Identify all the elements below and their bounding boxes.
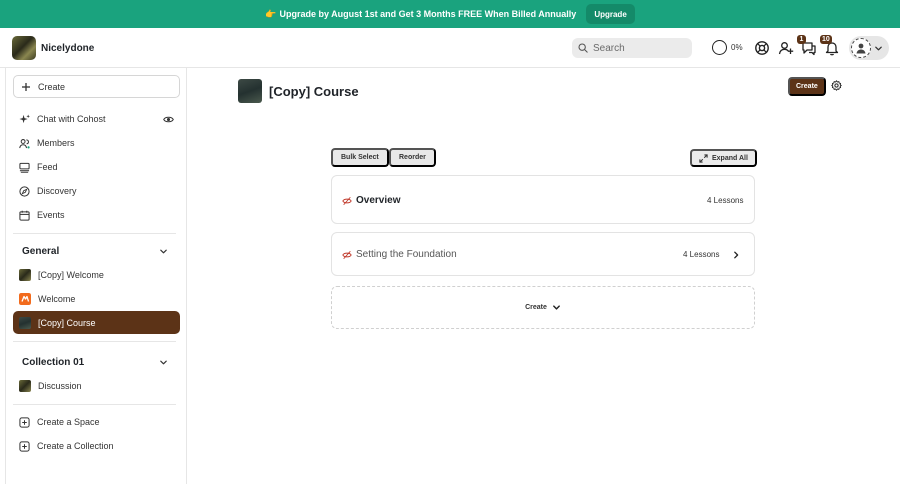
section-title-general[interactable]: General <box>22 246 59 257</box>
sidebar-item-label: Welcome <box>38 294 76 304</box>
sidebar-item-events[interactable]: Events <box>13 204 180 226</box>
chevron-down-icon[interactable] <box>159 247 168 256</box>
progress-indicator[interactable]: 0% <box>712 40 743 55</box>
search-icon <box>578 43 588 53</box>
feed-icon <box>19 162 30 173</box>
search-input[interactable] <box>593 42 683 54</box>
sparkle-icon <box>19 113 30 123</box>
sidebar-item-label: [Copy] Welcome <box>38 270 104 280</box>
plus-square-icon <box>19 416 30 428</box>
space-thumbnail <box>19 380 31 392</box>
sidebar-item-chat-with-cohost[interactable]: Chat with Cohost <box>13 108 180 130</box>
welcome-app-icon <box>19 293 31 305</box>
section-title: Setting the Foundation <box>356 249 457 260</box>
add-section-create[interactable]: Create <box>331 286 755 329</box>
plus-square-icon <box>19 440 30 452</box>
search-box[interactable] <box>572 38 692 58</box>
chat-notifications[interactable]: 1 <box>797 35 817 56</box>
inbox-badge: 10 <box>820 35 832 44</box>
pointing-hand-icon: 👉 <box>265 8 277 19</box>
sidebar-item-label: Members <box>37 138 75 148</box>
sidebar-item-label: Chat with Cohost <box>37 114 106 124</box>
sidebar-item-label: Create a Space <box>37 417 100 427</box>
brand[interactable]: Nicelydone <box>12 36 94 60</box>
create-collection-link[interactable]: Create a Collection <box>13 435 180 457</box>
chevron-down-icon[interactable] <box>159 358 168 367</box>
banner-text: Upgrade by August 1st and Get 3 Months F… <box>279 8 577 19</box>
sidebar: Create Chat with Cohost Members Feed Dis… <box>5 68 187 484</box>
sidebar-item-label: [Copy] Course <box>38 317 96 328</box>
sidebar-divider <box>13 233 176 234</box>
upgrade-button[interactable]: Upgrade <box>586 4 635 24</box>
chat-badge: 1 <box>797 35 806 44</box>
sidebar-item-label: Discussion <box>38 381 82 391</box>
banner-message: 👉 Upgrade by August 1st and Get 3 Months … <box>265 9 576 20</box>
sidebar-divider <box>13 341 176 342</box>
expand-all-button[interactable]: Expand All <box>690 149 757 167</box>
eye-off-icon <box>342 196 352 206</box>
avatar <box>851 38 871 58</box>
create-space-link[interactable]: Create a Space <box>13 411 180 433</box>
user-menu[interactable] <box>849 36 889 60</box>
promo-banner: 👉 Upgrade by August 1st and Get 3 Months … <box>0 0 900 28</box>
section-title-collection-01[interactable]: Collection 01 <box>22 357 84 368</box>
eye-icon[interactable] <box>163 114 174 125</box>
section-setting-the-foundation[interactable]: Setting the Foundation 4 Lessons <box>331 232 755 276</box>
section-overview[interactable]: Overview 4 Lessons <box>331 175 755 224</box>
chevron-down-icon <box>552 305 560 310</box>
page-title: [Copy] Course <box>269 84 359 99</box>
create-button[interactable]: Create <box>788 77 826 96</box>
plus-icon <box>22 82 30 91</box>
course-thumbnail <box>238 79 262 103</box>
sidebar-divider <box>13 404 176 405</box>
sidebar-item-welcome[interactable]: Welcome <box>13 288 180 310</box>
compass-icon <box>19 185 30 197</box>
top-bar: Nicelydone 0% 1 10 <box>0 28 900 68</box>
help-ring-icon[interactable] <box>754 40 770 56</box>
bulk-select-button[interactable]: Bulk Select <box>331 148 389 167</box>
users-icon <box>19 138 30 148</box>
sidebar-item-copy-course[interactable]: [Copy] Course <box>13 311 180 334</box>
eye-off-icon <box>342 250 352 260</box>
add-section-label: Create <box>525 304 547 311</box>
sidebar-item-label: Feed <box>37 162 58 172</box>
progress-ring-icon <box>712 40 727 55</box>
sidebar-item-feed[interactable]: Feed <box>13 156 180 178</box>
main-content: [Copy] Course Create Bulk Select Reorder… <box>188 68 900 484</box>
sidebar-item-label: Events <box>37 210 65 220</box>
chevron-right-icon[interactable] <box>732 251 740 259</box>
reorder-button[interactable]: Reorder <box>389 148 436 167</box>
gear-icon[interactable] <box>831 80 842 91</box>
expand-all-label: Expand All <box>712 154 748 162</box>
calendar-icon <box>19 210 30 221</box>
lesson-count: 4 Lessons <box>707 196 744 205</box>
lesson-count: 4 Lessons <box>683 250 720 259</box>
expand-arrows-icon <box>699 153 708 163</box>
sidebar-create-label: Create <box>38 81 66 92</box>
section-title: Overview <box>356 195 401 206</box>
sidebar-create-button[interactable]: Create <box>13 75 180 98</box>
progress-percent: 0% <box>731 43 743 52</box>
sidebar-item-members[interactable]: Members <box>13 132 180 154</box>
brand-logo <box>12 36 36 60</box>
inbox-notifications[interactable]: 10 <box>820 35 840 56</box>
add-user-icon[interactable] <box>778 40 794 56</box>
space-thumbnail <box>19 269 31 281</box>
sidebar-item-label: Discovery <box>37 186 77 196</box>
chevron-down-icon <box>875 46 882 50</box>
sidebar-item-copy-welcome[interactable]: [Copy] Welcome <box>13 264 180 286</box>
brand-name: Nicelydone <box>41 42 95 54</box>
sidebar-item-label: Create a Collection <box>37 441 114 451</box>
space-thumbnail <box>19 316 31 329</box>
sidebar-item-discovery[interactable]: Discovery <box>13 180 180 202</box>
user-silhouette-icon <box>856 43 866 54</box>
sidebar-item-discussion[interactable]: Discussion <box>13 375 180 397</box>
